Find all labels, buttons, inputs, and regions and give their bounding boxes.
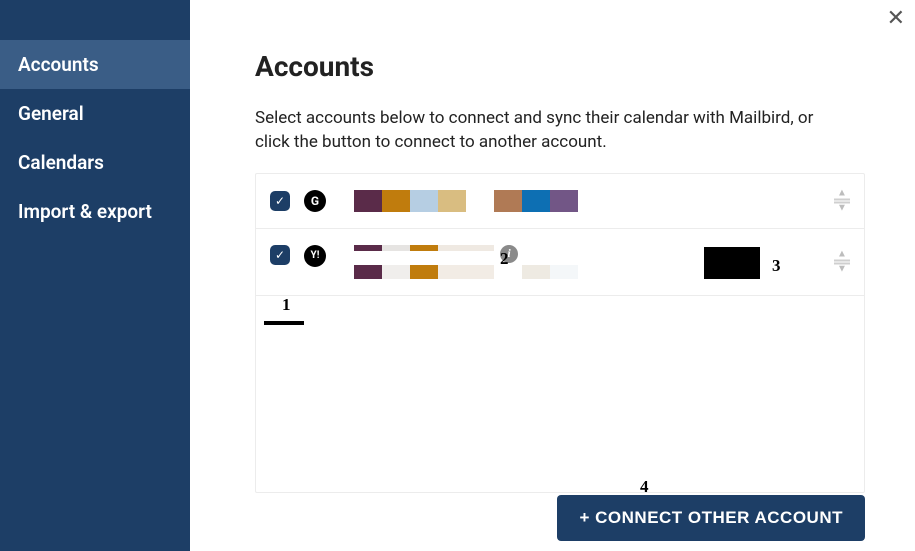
main-content: ✕ Accounts Select accounts below to conn… xyxy=(190,0,915,551)
color-swatch xyxy=(410,245,438,251)
color-swatch xyxy=(354,190,382,212)
drag-handle-icon[interactable]: ▲▼ xyxy=(834,250,850,273)
page-title: Accounts xyxy=(255,50,865,83)
color-swatch xyxy=(466,245,494,251)
account-checkbox[interactable]: ✓ xyxy=(270,191,290,211)
color-swatch xyxy=(382,190,410,212)
drag-handle-icon[interactable]: ▲▼ xyxy=(834,189,850,212)
annotation-marker: 1 xyxy=(282,295,291,315)
sidebar-item-label: General xyxy=(18,102,84,125)
color-swatch xyxy=(438,245,466,251)
color-swatch xyxy=(466,265,494,279)
sidebar-item-label: Accounts xyxy=(18,53,99,76)
google-icon: G xyxy=(304,190,326,212)
connect-other-account-button[interactable]: + CONNECT OTHER ACCOUNT xyxy=(557,495,865,541)
color-swatch xyxy=(410,190,438,212)
check-icon: ✓ xyxy=(275,248,285,262)
color-swatch xyxy=(466,190,494,212)
color-swatch xyxy=(382,265,410,279)
sidebar-item-accounts[interactable]: Accounts xyxy=(0,40,190,89)
calendar-color-swatches xyxy=(354,190,578,212)
account-checkbox[interactable]: ✓ xyxy=(270,245,290,265)
annotation-marker: 2 xyxy=(500,249,509,269)
close-icon[interactable]: ✕ xyxy=(887,8,905,30)
yahoo-icon: Y! xyxy=(304,245,326,267)
page-description: Select accounts below to connect and syn… xyxy=(255,107,815,155)
color-swatch xyxy=(522,190,550,212)
sidebar-item-import-export[interactable]: Import & export xyxy=(0,187,190,236)
color-swatch xyxy=(354,265,382,279)
color-swatch xyxy=(438,265,466,279)
sidebar-item-label: Import & export xyxy=(18,200,152,223)
annotation-marker: 3 xyxy=(772,256,781,276)
color-swatch xyxy=(382,245,410,251)
color-swatch xyxy=(494,190,522,212)
sidebar: Accounts General Calendars Import & expo… xyxy=(0,0,190,551)
calendar-color-swatches: i xyxy=(354,245,578,279)
annotation-marker: 4 xyxy=(640,477,649,497)
account-list: ✓ G ▲▼ ✓ Y! xyxy=(255,173,865,493)
color-swatch xyxy=(550,265,578,279)
account-row[interactable]: ✓ G ▲▼ xyxy=(256,174,864,229)
color-swatch xyxy=(550,190,578,212)
sidebar-item-calendars[interactable]: Calendars xyxy=(0,138,190,187)
check-icon: ✓ xyxy=(275,194,285,208)
sidebar-item-label: Calendars xyxy=(18,151,104,174)
color-swatch xyxy=(410,265,438,279)
color-swatch xyxy=(354,245,382,251)
color-swatch xyxy=(438,190,466,212)
sidebar-item-general[interactable]: General xyxy=(0,89,190,138)
color-swatch xyxy=(522,265,550,279)
redaction-box xyxy=(704,247,760,279)
